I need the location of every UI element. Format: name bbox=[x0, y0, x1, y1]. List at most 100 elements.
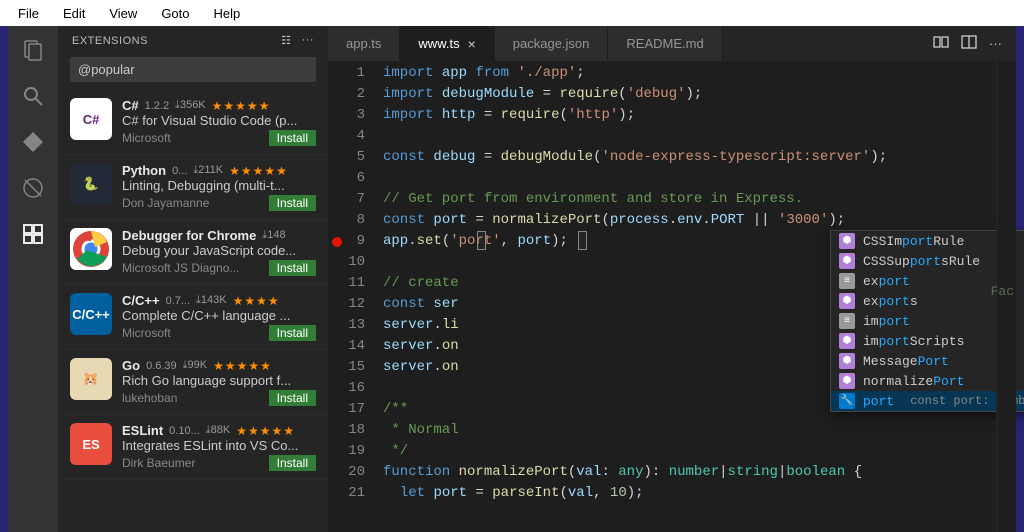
extension-icon: C/C++ bbox=[70, 293, 112, 335]
extension-item[interactable]: C# C# 1.2.2 ⤓356K ★★★★★C# for Visual Studio … bbox=[58, 90, 328, 155]
tab-label: package.json bbox=[513, 36, 590, 51]
extension-downloads: ⤓211K bbox=[193, 164, 223, 177]
more-icon[interactable]: ··· bbox=[989, 36, 1002, 51]
extension-icon: 🐍 bbox=[70, 163, 112, 205]
extension-icon bbox=[70, 228, 112, 270]
menu-edit[interactable]: Edit bbox=[53, 2, 95, 25]
sidebar-title: EXTENSIONS bbox=[72, 35, 148, 47]
code-line[interactable] bbox=[383, 126, 1016, 147]
code-line[interactable]: * Normal bbox=[383, 420, 1016, 441]
editor-tabs: app.ts www.ts × package.json README.md ··· bbox=[328, 26, 1016, 61]
extension-publisher: Microsoft JS Diagno... bbox=[122, 261, 239, 275]
extension-version: 1.2.2 bbox=[145, 100, 169, 112]
tab-www-ts[interactable]: www.ts × bbox=[400, 26, 494, 61]
menu-file[interactable]: File bbox=[8, 2, 49, 25]
extension-item[interactable]: C/C++ C/C++ 0.7... ⤓143K ★★★★Complete C/C++ … bbox=[58, 285, 328, 350]
source-control-icon[interactable] bbox=[19, 128, 47, 156]
extension-publisher: Dirk Baeumer bbox=[122, 456, 195, 470]
editor-area: app.ts www.ts × package.json README.md ··· 12… bbox=[328, 26, 1016, 532]
install-button[interactable]: Install bbox=[269, 195, 316, 211]
menu-view[interactable]: View bbox=[99, 2, 147, 25]
intellisense-popup[interactable]: ⬢CSSImportRule⬢CSSSupportsRule≡export⬢ex… bbox=[830, 230, 1024, 412]
extension-name: Python bbox=[122, 163, 166, 178]
extension-rating: ★★★★★ bbox=[213, 359, 272, 373]
extension-icon: ES bbox=[70, 423, 112, 465]
extension-item[interactable]: 🐹Go0.6.39⤓99K★★★★★Rich Go language suppo… bbox=[58, 350, 328, 415]
code-line[interactable]: import http = require('http'); bbox=[383, 105, 1016, 126]
activity-bar bbox=[8, 26, 58, 532]
extension-downloads: ⤓88K bbox=[206, 424, 230, 437]
extension-item[interactable]: Debugger for Chrome ⤓148Debug your JavaSc… bbox=[58, 220, 328, 285]
extension-description: Linting, Debugging (multi-t... bbox=[122, 178, 316, 193]
search-icon[interactable] bbox=[19, 82, 47, 110]
install-button[interactable]: Install bbox=[269, 260, 316, 276]
extension-rating: ★★★★ bbox=[233, 294, 280, 308]
code-line[interactable]: let port = parseInt(val, 10); bbox=[383, 483, 1016, 504]
bracket-highlight bbox=[477, 231, 486, 250]
menubar: FileEditViewGotoHelp bbox=[0, 0, 1024, 26]
close-icon[interactable]: × bbox=[468, 36, 476, 52]
extension-version: 0.6.39 bbox=[146, 360, 177, 372]
menu-help[interactable]: Help bbox=[204, 2, 251, 25]
extension-item[interactable]: ESESLint0.10...⤓88K★★★★★Integrates ESLin… bbox=[58, 415, 328, 480]
tab-package-json[interactable]: package.json bbox=[495, 26, 609, 61]
code-line[interactable]: function normalizePort(val: any): number… bbox=[383, 462, 1016, 483]
extension-downloads: ⤓143K bbox=[196, 294, 227, 307]
code-line[interactable]: */ bbox=[383, 441, 1016, 462]
install-button[interactable]: Install bbox=[269, 390, 316, 406]
extension-publisher: Microsoft bbox=[122, 131, 171, 145]
extension-publisher: Don Jayamanne bbox=[122, 196, 209, 210]
install-button[interactable]: Install bbox=[269, 130, 316, 146]
extension-rating: ★★★★★ bbox=[229, 164, 288, 178]
extension-icon: C# bbox=[70, 98, 112, 140]
line-gutter: 123456789101112131415161718192021 bbox=[328, 61, 383, 532]
extension-downloads: ⤓99K bbox=[183, 359, 207, 372]
tab-label: README.md bbox=[626, 36, 703, 51]
extension-description: Complete C/C++ language ... bbox=[122, 308, 316, 323]
split-icon[interactable] bbox=[961, 34, 977, 53]
more-icon[interactable]: ··· bbox=[302, 34, 315, 47]
extension-downloads: ⤓148 bbox=[262, 229, 285, 242]
extensions-icon[interactable] bbox=[19, 220, 47, 248]
workbench: EXTENSIONS ☷ ··· @popular C# C# 1.2.2 ⤓356K… bbox=[8, 26, 1016, 532]
extension-description: Integrates ESLint into VS Co... bbox=[122, 438, 316, 453]
tab-app-ts[interactable]: app.ts bbox=[328, 26, 400, 61]
code-line[interactable]: const debug = debugModule('node-express-… bbox=[383, 147, 1016, 168]
compare-icon[interactable] bbox=[933, 34, 949, 53]
code-line[interactable]: const port = normalizePort(process.env.P… bbox=[383, 210, 1016, 231]
extension-rating: ★★★★★ bbox=[212, 99, 271, 113]
code-line[interactable]: import app from './app'; bbox=[383, 63, 1016, 84]
code-line[interactable]: import debugModule = require('debug'); bbox=[383, 84, 1016, 105]
tab-label: www.ts bbox=[418, 36, 459, 51]
extension-version: 0... bbox=[172, 165, 187, 177]
install-button[interactable]: Install bbox=[269, 455, 316, 471]
extension-search-input[interactable]: @popular bbox=[70, 57, 316, 82]
extension-name: Go bbox=[122, 358, 140, 373]
code-line[interactable] bbox=[383, 168, 1016, 189]
extension-publisher: lukehoban bbox=[122, 391, 177, 405]
extension-description: C# for Visual Studio Code (p... bbox=[122, 113, 316, 128]
extension-publisher: Microsoft bbox=[122, 326, 171, 340]
extension-rating: ★★★★★ bbox=[236, 424, 295, 438]
extension-description: Debug your JavaScript code... bbox=[122, 243, 316, 258]
tab-README-md[interactable]: README.md bbox=[608, 26, 722, 61]
explorer-icon[interactable] bbox=[19, 36, 47, 64]
menu-goto[interactable]: Goto bbox=[151, 2, 199, 25]
debug-icon[interactable] bbox=[19, 174, 47, 202]
extension-item[interactable]: 🐍 Python 0... ⤓211K ★★★★★Linting, Debugging … bbox=[58, 155, 328, 220]
install-button[interactable]: Install bbox=[269, 325, 316, 341]
tab-label: app.ts bbox=[346, 36, 381, 51]
extension-downloads: ⤓356K bbox=[175, 99, 206, 112]
extension-name: C# bbox=[122, 98, 139, 113]
extension-name: C/C++ bbox=[122, 293, 160, 308]
extension-icon: 🐹 bbox=[70, 358, 112, 400]
code-line[interactable]: // Get port from environment and store i… bbox=[383, 189, 1016, 210]
extension-list: C#C#1.2.2⤓356K★★★★★C# for Visual Studio … bbox=[58, 90, 328, 532]
extension-version: 0.10... bbox=[169, 425, 200, 437]
extension-version: 0.7... bbox=[166, 295, 190, 307]
filter-icon[interactable]: ☷ bbox=[281, 34, 291, 47]
extension-name: Debugger for Chrome bbox=[122, 228, 256, 243]
truncated-code: Fac bbox=[991, 284, 1014, 299]
extensions-sidebar: EXTENSIONS ☷ ··· @popular C# C# 1.2.2 ⤓356K… bbox=[58, 26, 328, 532]
bracket-highlight bbox=[578, 231, 587, 250]
